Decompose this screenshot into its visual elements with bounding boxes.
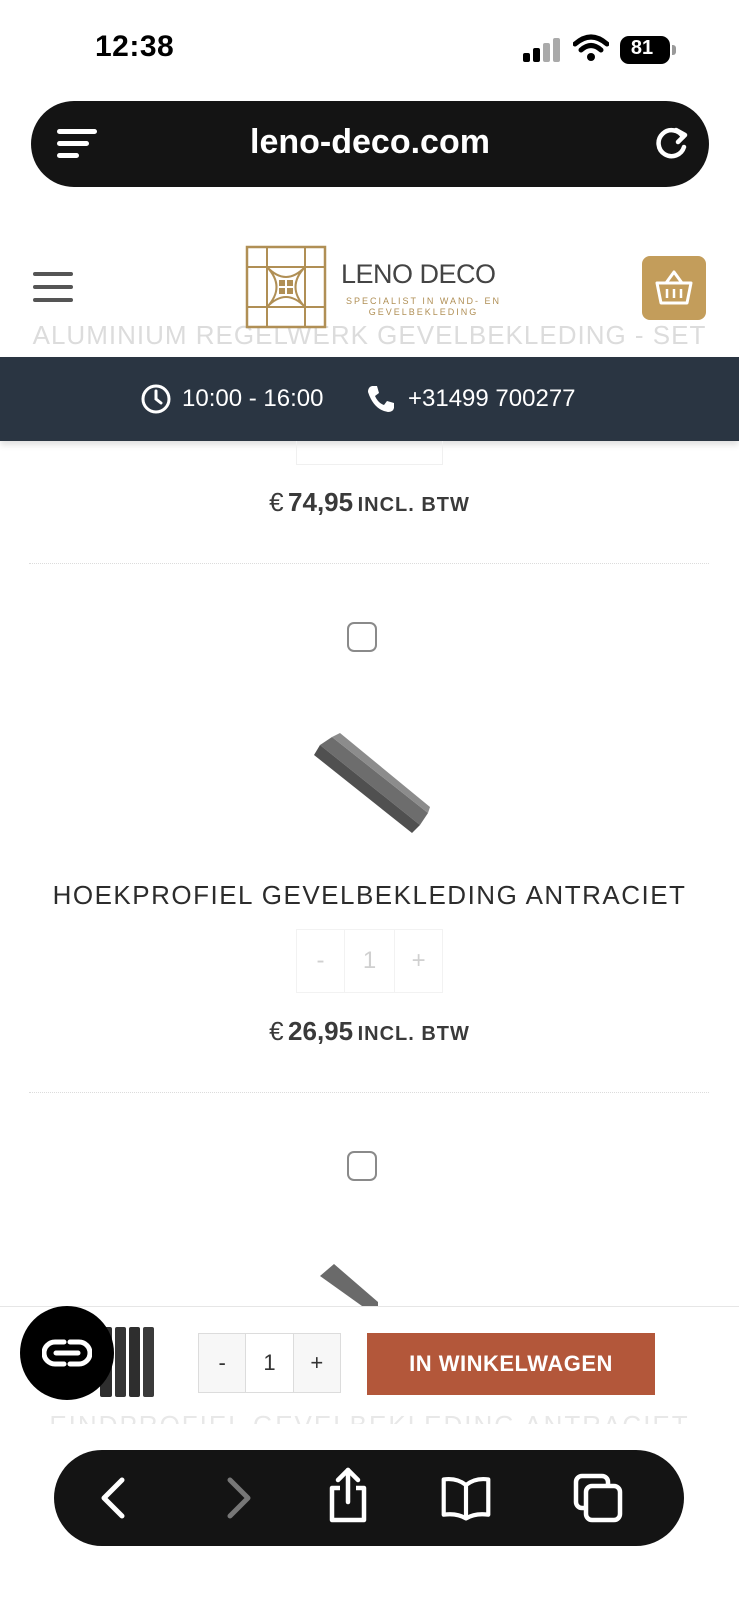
opening-hours: 10:00 - 16:00 [140, 383, 323, 415]
cart-icon [655, 270, 693, 305]
battery-level: 81 [630, 37, 654, 59]
quantity-stepper[interactable]: - 1 + [296, 929, 443, 993]
sticky-quantity-stepper[interactable]: - 1 + [198, 1333, 341, 1393]
opening-hours-text: 10:00 - 16:00 [182, 385, 324, 412]
qty-input[interactable]: 1 [345, 930, 396, 992]
reload-icon[interactable] [649, 121, 693, 165]
site-logo[interactable]: LENO DECO SPECIALIST IN WAND- EN GEVELBE… [245, 245, 505, 331]
product-select-checkbox[interactable] [347, 622, 377, 652]
phone-icon [368, 386, 394, 412]
qty-minus-button[interactable]: - [297, 930, 345, 992]
add-to-cart-button[interactable]: IN WINKELWAGEN [367, 1333, 655, 1395]
cart-button[interactable] [642, 256, 706, 320]
qty-plus-button[interactable]: + [395, 930, 442, 992]
status-time: 12:38 [95, 30, 175, 63]
browser-url-bar[interactable]: leno-deco.com [31, 101, 709, 187]
product-price: € 26,95 INCL. BTW [269, 1016, 470, 1046]
info-bar: 10:00 - 16:00 +31499 700277 [0, 357, 739, 441]
qty-plus-button[interactable]: + [293, 1334, 340, 1392]
bookmarks-icon[interactable] [440, 1472, 492, 1524]
logo-name: LENO DECO [341, 259, 496, 289]
phone-link[interactable]: +31499 700277 [366, 383, 576, 415]
product-divider [29, 563, 709, 564]
tabs-icon[interactable] [572, 1472, 624, 1524]
hamburger-icon[interactable] [33, 272, 75, 304]
product-image[interactable] [318, 1262, 378, 1306]
url-text[interactable]: leno-deco.com [31, 123, 709, 162]
product-divider [29, 1092, 709, 1093]
ghost-product-title: EINDPROFIEL GEVELBEKLEDING ANTRACIET [0, 1410, 739, 1424]
battery-icon: 81 [620, 36, 676, 64]
product-price: € 74,95 INCL. BTW [269, 487, 470, 517]
forward-icon[interactable] [210, 1472, 262, 1524]
qty-stepper-hidden [296, 441, 443, 465]
share-icon[interactable] [322, 1466, 374, 1524]
back-icon[interactable] [90, 1472, 142, 1524]
chat-icon [42, 1339, 92, 1367]
browser-toolbar [54, 1450, 684, 1546]
product-title[interactable]: HOEKPROFIEL GEVELBEKLEDING ANTRACIET [0, 880, 739, 911]
product-image[interactable] [312, 733, 432, 837]
qty-minus-button[interactable]: - [199, 1334, 246, 1392]
signal-icon [523, 38, 560, 62]
clock-icon [141, 384, 171, 414]
qty-input[interactable]: 1 [245, 1334, 294, 1392]
chat-button[interactable] [20, 1306, 114, 1400]
logo-mark-icon [245, 245, 327, 329]
product-select-checkbox[interactable] [347, 1151, 377, 1181]
phone-number[interactable]: +31499 700277 [408, 385, 576, 413]
logo-tagline: SPECIALIST IN WAND- EN GEVELBEKLEDING [345, 296, 502, 317]
wifi-icon [573, 34, 609, 61]
status-bar: 12:38 81 [0, 0, 739, 96]
